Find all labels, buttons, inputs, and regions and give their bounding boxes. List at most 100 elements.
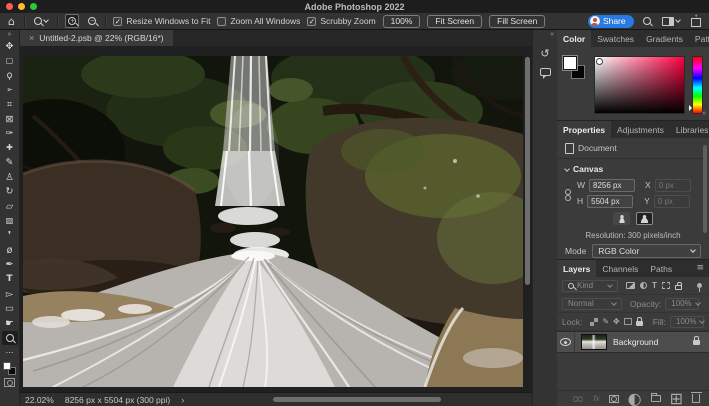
- healing-brush-tool[interactable]: ✚: [2, 141, 18, 156]
- crop-tool[interactable]: ⌗: [2, 97, 18, 112]
- filter-kind-dropdown[interactable]: Kind: [562, 280, 618, 292]
- layer-locked-icon[interactable]: [693, 340, 700, 345]
- document-type-row[interactable]: Document: [557, 138, 709, 159]
- eraser-tool[interactable]: ▱: [2, 200, 18, 215]
- maximize-window-button[interactable]: [30, 3, 37, 10]
- clone-stamp-tool[interactable]: ♙: [2, 170, 18, 185]
- move-tool[interactable]: ✥: [2, 39, 18, 54]
- marquee-tool[interactable]: ▢: [2, 54, 18, 69]
- tab-layers[interactable]: Layers: [557, 260, 596, 277]
- lock-position-icon[interactable]: ✥: [613, 318, 620, 326]
- document-tab[interactable]: × Untitled-2.psb @ 22% (RGB/16*): [20, 30, 173, 46]
- filter-shape-layers-icon[interactable]: [662, 282, 670, 289]
- eyedropper-tool[interactable]: ✑: [2, 127, 18, 142]
- height-field[interactable]: 5504 px: [587, 195, 633, 208]
- saturation-brightness-picker[interactable]: [594, 56, 685, 114]
- scrubby-zoom-checkbox[interactable]: ✓ Scrubby Zoom: [307, 16, 375, 26]
- history-brush-tool[interactable]: ↻: [2, 185, 18, 200]
- toolbar-collapse-icon[interactable]: »: [0, 30, 19, 39]
- zoom-in-button[interactable]: +: [65, 14, 79, 28]
- lock-image-pixels-icon[interactable]: ✎: [602, 318, 609, 326]
- fit-screen-button[interactable]: Fit Screen: [427, 15, 482, 28]
- object-selection-tool[interactable]: ➢: [2, 83, 18, 98]
- export-button[interactable]: ↑: [689, 14, 703, 28]
- horizontal-scrollbar[interactable]: [273, 397, 441, 402]
- path-select-tool[interactable]: ▻: [2, 287, 18, 302]
- lock-all-icon[interactable]: [636, 321, 643, 326]
- blend-mode-dropdown[interactable]: Normal: [562, 298, 622, 310]
- history-panel-icon[interactable]: ↺: [540, 48, 549, 59]
- tab-channels[interactable]: Channels: [596, 260, 644, 277]
- comments-panel-icon[interactable]: [540, 68, 551, 76]
- link-layers-icon[interactable]: ∞: [571, 391, 584, 406]
- tab-color[interactable]: Color: [557, 30, 591, 47]
- canvas-section-header[interactable]: Canvas: [557, 159, 709, 177]
- expand-panels-icon[interactable]: «: [533, 30, 557, 39]
- lock-artboard-icon[interactable]: [624, 318, 632, 325]
- type-tool[interactable]: T: [2, 273, 18, 288]
- opacity-dropdown[interactable]: 100%: [665, 298, 699, 310]
- status-zoom-level[interactable]: 22.02%: [25, 395, 54, 405]
- lasso-tool[interactable]: ϙ: [2, 68, 18, 83]
- frame-tool[interactable]: ⊠: [2, 112, 18, 127]
- resize-windows-checkbox[interactable]: ✓ Resize Windows to Fit: [113, 16, 210, 26]
- foreground-background-swatches[interactable]: [3, 362, 16, 375]
- close-tab-icon[interactable]: ×: [29, 34, 34, 43]
- width-field[interactable]: 8256 px: [589, 179, 635, 192]
- dodge-tool[interactable]: ø: [2, 243, 18, 258]
- add-layer-mask-icon[interactable]: [609, 395, 619, 403]
- landscape-orientation-button[interactable]: [636, 212, 653, 225]
- tab-patterns[interactable]: Patterns: [689, 30, 709, 47]
- shape-tool[interactable]: ▭: [2, 302, 18, 317]
- search-button[interactable]: [641, 14, 653, 28]
- layer-thumbnail[interactable]: [581, 334, 607, 350]
- close-window-button[interactable]: [6, 3, 13, 10]
- x-field[interactable]: 0 px: [655, 179, 691, 192]
- canvas-image[interactable]: [23, 56, 523, 387]
- vertical-scrollbar[interactable]: [525, 57, 530, 285]
- filter-smart-objects-icon[interactable]: [675, 285, 682, 290]
- tab-properties[interactable]: Properties: [557, 121, 611, 138]
- tab-gradients[interactable]: Gradients: [640, 30, 689, 47]
- filter-type-layers-icon[interactable]: T: [652, 282, 657, 290]
- portrait-orientation-button[interactable]: [613, 212, 630, 225]
- new-adjustment-layer-icon[interactable]: ◐: [628, 391, 642, 406]
- collapse-panels-icon[interactable]: »: [702, 110, 706, 117]
- status-chevron-icon[interactable]: ›: [181, 395, 184, 405]
- layer-row-background[interactable]: Background: [557, 331, 709, 353]
- filter-adjustment-layers-icon[interactable]: [640, 282, 647, 289]
- zoom-all-windows-checkbox[interactable]: Zoom All Windows: [217, 16, 300, 26]
- layer-effects-icon[interactable]: fx: [593, 394, 599, 403]
- zoom-100-button[interactable]: 100%: [383, 15, 421, 28]
- layer-visibility-toggle[interactable]: [557, 332, 575, 352]
- fill-dropdown[interactable]: 100%: [670, 316, 704, 328]
- new-layer-icon[interactable]: ⊞: [670, 391, 683, 406]
- foreground-color-swatch[interactable]: [563, 56, 577, 70]
- canvas[interactable]: [20, 46, 532, 392]
- pen-tool[interactable]: ✒: [2, 258, 18, 273]
- tab-paths[interactable]: Paths: [644, 260, 678, 277]
- filter-pixel-layers-icon[interactable]: [626, 282, 635, 289]
- gradient-tool[interactable]: ▧: [2, 214, 18, 229]
- y-field[interactable]: 0 px: [654, 195, 690, 208]
- color-mode-dropdown[interactable]: RGB Color: [592, 244, 701, 258]
- tab-swatches[interactable]: Swatches: [591, 30, 640, 47]
- panel-menu-icon[interactable]: ≡: [691, 260, 709, 277]
- hue-slider[interactable]: [692, 56, 703, 114]
- zoom-out-button[interactable]: −: [86, 14, 98, 28]
- link-dimensions-icon[interactable]: [565, 189, 571, 200]
- edit-toolbar-icon[interactable]: ⋯: [2, 345, 18, 360]
- home-icon[interactable]: ⌂: [6, 14, 17, 28]
- color-swatches[interactable]: [563, 56, 587, 114]
- quick-mask-icon[interactable]: [4, 378, 15, 387]
- workspace-switcher[interactable]: [660, 14, 682, 28]
- minimize-window-button[interactable]: [18, 3, 25, 10]
- delete-layer-icon[interactable]: [692, 394, 700, 403]
- filter-toggle-icon[interactable]: [697, 283, 702, 288]
- lock-transparent-pixels-icon[interactable]: [590, 318, 598, 326]
- tab-adjustments[interactable]: Adjustments: [611, 121, 670, 138]
- fill-screen-button[interactable]: Fill Screen: [489, 15, 545, 28]
- panel-scrollbar[interactable]: [703, 145, 707, 233]
- new-group-icon[interactable]: [651, 395, 661, 402]
- brush-tool[interactable]: ✎: [2, 156, 18, 171]
